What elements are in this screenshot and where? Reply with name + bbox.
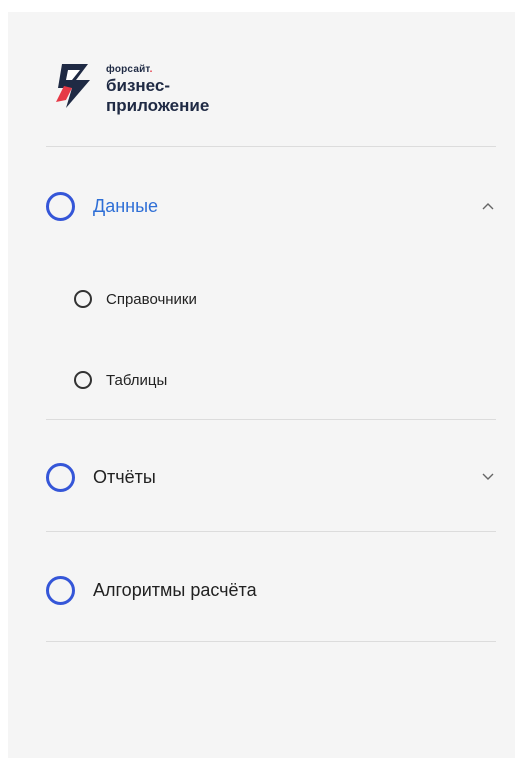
chevron-up-icon[interactable] — [482, 202, 494, 210]
nav-item-reports-label: Отчёты — [93, 466, 156, 487]
nav-subitem-label: Справочники — [106, 290, 197, 308]
circle-icon — [74, 371, 92, 389]
brand-line-1: бизнес- — [106, 76, 171, 95]
nav-item-algorithms[interactable]: Алгоритмы расчёта — [46, 574, 496, 606]
brand-line-2: приложение — [106, 96, 210, 115]
navigation-sidebar: форсайт. бизнес- приложение Данные Справ… — [8, 12, 515, 758]
nav-subitem-dictionaries[interactable]: Справочники — [74, 288, 374, 310]
nav-subitem-tables[interactable]: Таблицы — [74, 369, 374, 391]
circle-icon — [46, 575, 75, 605]
logo-text: форсайт. бизнес- приложение — [106, 64, 209, 115]
divider — [46, 641, 496, 642]
divider — [46, 146, 496, 147]
divider — [46, 531, 496, 532]
circle-icon — [74, 290, 92, 308]
app-logo[interactable]: форсайт. бизнес- приложение — [48, 60, 209, 115]
circle-icon — [46, 462, 75, 492]
nav-item-reports[interactable]: Отчёты — [46, 461, 496, 493]
nav-item-algorithms-label: Алгоритмы расчёта — [93, 579, 257, 600]
brand-name-small: форсайт. — [106, 64, 153, 75]
nav-subitem-label: Таблицы — [106, 371, 168, 389]
chevron-down-icon[interactable] — [482, 473, 494, 481]
nav-item-data-label: Данные — [93, 195, 159, 216]
circle-icon — [46, 191, 75, 221]
forsight-logo-icon — [56, 64, 90, 108]
nav-item-data[interactable]: Данные — [46, 190, 496, 222]
divider — [46, 419, 496, 420]
